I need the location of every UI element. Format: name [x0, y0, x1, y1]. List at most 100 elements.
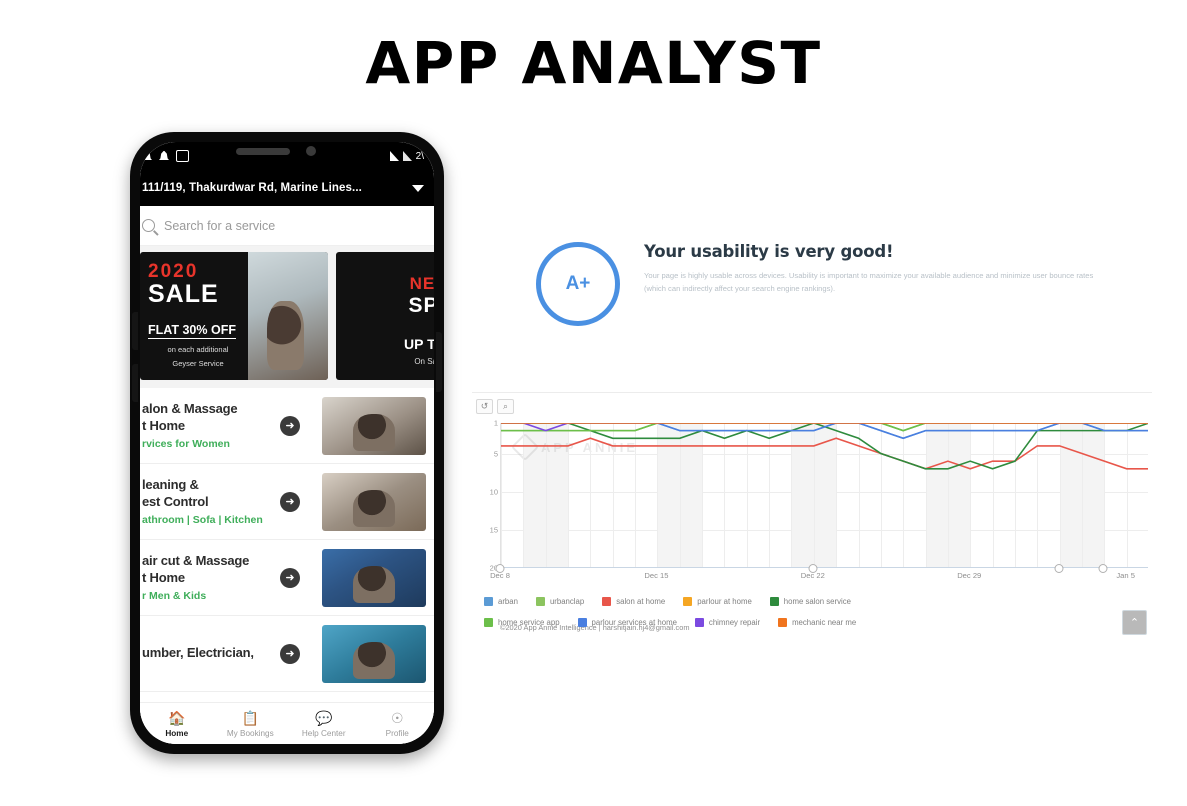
status-bar: 2\ — [140, 142, 434, 170]
banner-photo — [248, 252, 328, 380]
chart-plot-area[interactable]: 1 5 10 15 20 APP ANNIE — [490, 419, 1148, 573]
list-item[interactable]: leaning & est Control athroom | Sofa | K… — [140, 464, 434, 540]
legend-item[interactable]: home salon service — [769, 597, 851, 606]
banner-title: SALE — [148, 280, 219, 308]
camera-icon — [306, 146, 316, 156]
chevron-down-icon[interactable] — [412, 184, 424, 192]
legend-item[interactable]: salon at home — [602, 597, 665, 606]
zoom-button[interactable]: ⌕ — [497, 399, 514, 414]
banner-title: SPE — [408, 294, 434, 317]
legend-label: arban — [498, 597, 518, 606]
legend-swatch — [778, 618, 788, 627]
chart-series-layer — [501, 423, 1148, 470]
usability-text: Your usability is very good! Your page i… — [644, 236, 1104, 326]
legend-label: salon at home — [616, 597, 666, 606]
list-item[interactable]: alon & Massage t Home rvices for Women ➜ — [140, 388, 434, 464]
sim-icon — [176, 150, 189, 162]
promo-banner-carousel[interactable]: 2020 SALE FLAT 30% OFF on each additiona… — [140, 246, 434, 388]
service-text: leaning & est Control athroom | Sofa | K… — [142, 477, 272, 526]
search-input[interactable]: Search for a service — [140, 206, 434, 246]
service-thumbnail — [322, 548, 426, 607]
usability-grade-badge: A+ — [536, 242, 620, 326]
banner-year: 2020 — [148, 261, 199, 282]
service-title-line1: umber, Electrician, — [142, 645, 254, 661]
legend-item[interactable]: arban — [484, 597, 518, 606]
phone-power-button — [436, 332, 442, 392]
legend-swatch — [484, 597, 493, 606]
chart-toolbar: ↺ ⌕ — [476, 399, 514, 414]
chart-range-handle[interactable] — [495, 564, 505, 573]
legend-item[interactable]: urbanclap — [535, 597, 585, 606]
bell-icon — [159, 150, 169, 160]
service-title-line2: t Home — [142, 569, 185, 585]
tab-label: My Bookings — [226, 728, 274, 738]
search-icon — [142, 219, 155, 232]
app-screen: 2\ 111/119, Thakurdwar Rd, Marine Lines.… — [140, 142, 434, 744]
tab-profile[interactable]: ☉ Profile — [361, 710, 435, 738]
legend-item[interactable]: mechanic near me — [778, 618, 856, 627]
page-title: APP ANALYST — [365, 29, 822, 97]
legend-item[interactable]: parlour services at home — [577, 618, 677, 627]
chart-x-axis: Dec 8 Dec 15 Dec 22 Dec 29 Jan 5 — [490, 571, 1148, 585]
service-thumbnail — [322, 624, 426, 683]
chart-range-handle[interactable] — [808, 564, 818, 573]
tab-my-bookings[interactable]: 📋 My Bookings — [214, 710, 288, 738]
tab-help-center[interactable]: 💬 Help Center — [287, 710, 361, 738]
phone-screen: 2\ 111/119, Thakurdwar Rd, Marine Lines.… — [140, 142, 434, 744]
phone-notch — [236, 146, 316, 156]
chart-range-handle[interactable] — [1054, 564, 1064, 573]
service-thumbnail — [322, 396, 426, 455]
arrow-right-icon[interactable]: ➜ — [280, 643, 300, 664]
legend-label: parlour services at home — [591, 618, 677, 627]
legend-swatch — [602, 597, 612, 606]
signal-icon — [402, 151, 412, 161]
list-item[interactable]: air cut & Massage t Home r Men & Kids ➜ — [140, 540, 434, 616]
usability-description: Your page is highly usable across device… — [644, 271, 1094, 293]
service-text: umber, Electrician, — [142, 645, 272, 661]
chart-x-tick-label: Dec 15 — [644, 571, 669, 580]
signal-icon — [389, 151, 399, 161]
service-list: alon & Massage t Home rvices for Women ➜… — [140, 388, 434, 692]
bottom-navigation: 🏠 Home 📋 My Bookings 💬 Help Center ☉ Pro… — [140, 702, 434, 744]
chart-y-tick-label: 15 — [489, 525, 498, 535]
phone-mockup: 2\ 111/119, Thakurdwar Rd, Marine Lines.… — [122, 128, 452, 758]
arrow-right-icon[interactable]: ➜ — [280, 415, 300, 436]
tab-home[interactable]: 🏠 Home — [140, 710, 214, 738]
promo-banner-new[interactable]: NEW SPE UP TO 6 On Salon — [336, 252, 434, 380]
service-text: alon & Massage t Home rvices for Women — [142, 401, 272, 450]
status-bar-indicators: 2\ — [389, 151, 424, 162]
chart-range-handle[interactable] — [1098, 564, 1108, 573]
scroll-to-top-button[interactable]: ⌃ — [1122, 610, 1147, 635]
usability-section: A+ Your usability is very good! Your pag… — [520, 236, 1140, 326]
chart-legend: arban urbanclap salon at home parlour at ho… — [484, 597, 1164, 627]
chart-y-axis: 1 5 10 15 20 — [478, 419, 498, 573]
legend-item[interactable]: home service app — [484, 618, 560, 627]
legend-item[interactable]: chimney repair — [694, 618, 761, 627]
home-icon: 🏠 — [168, 709, 186, 726]
service-text: air cut & Massage t Home r Men & Kids — [142, 553, 272, 602]
legend-label: urbanclap — [549, 597, 585, 606]
status-bar-notifications — [142, 150, 189, 162]
list-item[interactable]: umber, Electrician, ➜ — [140, 616, 434, 692]
app-analyst-page: APP ANALYST 2\ 111/119, Thakurdwar Rd, M… — [0, 0, 1187, 806]
arrow-right-icon[interactable]: ➜ — [280, 491, 300, 512]
legend-item[interactable]: parlour at home — [683, 597, 752, 606]
banner-subtext-1: On Salon — [414, 357, 434, 366]
reset-zoom-button[interactable]: ↺ — [476, 399, 493, 414]
chart-y-tick-label: 10 — [489, 487, 498, 497]
arrow-right-icon[interactable]: ➜ — [280, 567, 300, 588]
tab-label: Home — [165, 728, 189, 738]
clipboard-icon: 📋 — [241, 709, 259, 726]
usability-grade-label: A+ — [565, 273, 591, 294]
legend-label: chimney repair — [708, 618, 761, 627]
chat-question-icon: 💬 — [315, 709, 333, 726]
chart-canvas[interactable]: APP ANNIE — [500, 423, 1148, 568]
legend-label: parlour at home — [697, 597, 752, 606]
chart-x-tick-label: Jan 5 — [1116, 571, 1135, 580]
banner-subtext-1: on each additional — [167, 345, 229, 355]
promo-banner-sale[interactable]: 2020 SALE FLAT 30% OFF on each additiona… — [140, 252, 328, 380]
address-selector[interactable]: 111/119, Thakurdwar Rd, Marine Lines... — [140, 170, 434, 206]
tab-label: Profile — [385, 728, 409, 738]
tab-label: Help Center — [301, 728, 346, 738]
service-subtitle: rvices for Women — [142, 437, 230, 450]
